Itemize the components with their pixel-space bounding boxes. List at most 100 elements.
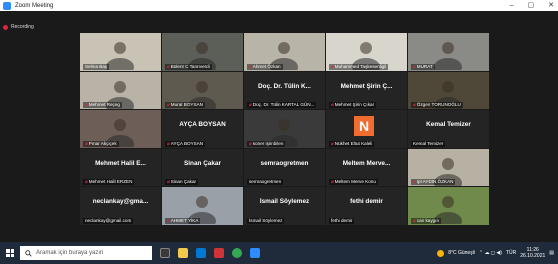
file-explorer-icon[interactable] [178,248,188,258]
window-controls: – ▢ ✕ [510,1,554,10]
participant-name: AYÇA BOYSAN [170,140,204,146]
participant-tile[interactable]: Mehmet Şirin Ç... ⌀ Mehmet Şirin Çıkar [326,71,407,109]
gallery-grid: Selma Baş ⌀ Bülent C Tanrıverdi ⌀ Ahmet Özka… [80,33,489,263]
participant-name: AHMET YİKA [170,217,199,223]
participant-tile[interactable]: Mehmet Halil E... ⌀ Mehmet Halil ERZEN [80,148,161,186]
recording-label: Recording [11,24,34,30]
participant-display-name: fethi demir [350,198,383,205]
participant-display-name: Doç. Dr. Tülin K... [258,82,311,90]
mic-muted-icon: ⌀ [331,102,334,107]
participant-name: Muhammed Taşkesenligil [334,63,387,69]
participant-avatar: N [354,116,374,136]
participant-display-name: Meltem Merve... [342,159,391,167]
participant-display-name: AYÇA BOYSAN [179,121,226,128]
participant-name-label: ⌀ Ahmet Özkan [247,63,283,70]
maximize-button[interactable]: ▢ [528,1,535,10]
participant-name-label: Kemal Temizer [411,140,446,147]
participant-tile[interactable]: ⌀ Özgen TORUNOĞLU [408,71,489,109]
participant-name: Meltem Merve Konu [334,179,376,184]
participant-tile[interactable]: fethi demir fethi demir [326,187,407,225]
mic-muted-icon: ⌀ [85,140,88,146]
participant-name: Pınar Akçiçek [88,140,117,146]
participant-tile[interactable]: ⌀ Muhammed Taşkesenligil [326,33,407,71]
mic-muted-icon: ⌀ [167,63,170,69]
participant-tile[interactable]: Meltem Merve... ⌀ Meltem Merve Konu [326,148,407,186]
participant-tile[interactable]: Doç. Dr. Tülin K... ⌀ Doç. Dr. Tülin KARTA… [244,71,325,109]
participant-name-label: İsmail Söylemez [247,217,285,224]
participant-name-label: ⌀ Mehmet Halil ERZEN [83,179,135,185]
participant-tile[interactable]: ⌀ AHMET YİKA [162,187,243,225]
mic-muted-icon: ⌀ [167,102,170,107]
mic-muted-icon: ⌀ [413,217,416,223]
window-titlebar: Zoom Meeting – ▢ ✕ [0,0,558,11]
participant-tile[interactable]: ⌀ Murat BOYSAN [162,71,243,109]
participant-tile[interactable]: ⌀ Ahmet Özkan [244,33,325,71]
participant-name: semraogretmen [249,179,282,184]
meeting-stage: Recording Selma Baş ⌀ Bülent C Tanrıverdi ⌀… [0,11,558,242]
participant-tile[interactable]: Kemal Temizer Kemal Temizer [408,110,489,148]
participant-name: Nükhet Eltut Kaleli [334,140,373,146]
weather-text[interactable]: 8°C Güneşli [448,250,475,256]
participant-tile[interactable]: ⌀ Mehmet Reçeg [80,71,161,109]
participant-name-label: ⌀ AHMET YİKA [165,217,201,224]
participant-tile[interactable]: semraogretmen semraogretmen [244,148,325,186]
participant-display-name: Mehmet Şirin Ç... [340,82,393,90]
zoom-taskbar-icon[interactable] [250,248,260,258]
store-icon[interactable] [214,248,224,258]
participant-display-name: Sinan Çakar [184,159,221,167]
participant-name: soner işimbilen [252,140,284,146]
participant-name-label: ⌀ Mehmet Reçeg [83,102,122,108]
search-placeholder: Aramak için buraya yazın [36,250,104,256]
participant-tile[interactable]: ⌀ Bülent C Tanrıverdi [162,33,243,71]
participant-name-label: ⌀ MURAT [411,63,435,70]
notification-icon[interactable]: ▤ [549,250,554,256]
chrome-icon[interactable] [232,248,242,258]
tray-icons[interactable]: ⌃ ☁ ◻ ◀) [479,250,502,256]
taskbar-apps [160,248,260,258]
participant-name: Kemal Temizer [413,140,444,146]
participant-tile[interactable]: ⌀ Ipl AYDIN ÖZKAN [408,148,489,186]
participant-name: MURAT [416,63,433,69]
participant-tile[interactable]: ⌀ MURAT [408,33,489,71]
participant-name: Selma Baş [85,63,108,69]
participant-tile[interactable]: ⌀ can kaygın [408,187,489,225]
participant-name-label: neclankay@gmail.com [83,217,134,224]
taskbar-search[interactable]: Aramak için buraya yazın [20,246,152,260]
participant-name: Mehmet Şirin Çıkar [334,102,375,107]
participant-name-label: ⌀ Mehmet Şirin Çıkar [329,102,377,108]
task-view-icon[interactable] [160,248,170,258]
participant-tile[interactable]: Selma Baş [80,33,161,71]
clock[interactable]: 11:26 26.10.2021 [520,247,545,259]
participant-tile[interactable]: ⌀ Pınar Akçiçek [80,110,161,148]
participant-tile[interactable]: ⌀ soner işimbilen [244,110,325,148]
mic-muted-icon: ⌀ [413,102,416,107]
participant-display-name: semraogretmen [260,159,309,167]
participant-name: Özgen TORUNOĞLU [416,102,461,107]
participant-name: fethi demir [331,217,353,223]
participant-name-label: ⌀ Murat BOYSAN [165,102,205,108]
participant-name: Murat BOYSAN [170,102,203,107]
participant-name-label: semraogretmen [247,179,284,185]
participant-name: can kaygın [416,217,439,223]
mic-muted-icon: ⌀ [331,140,334,146]
participant-name: Ipl AYDIN ÖZKAN [416,179,454,184]
minimize-button[interactable]: – [510,1,514,10]
recording-indicator[interactable]: Recording [3,24,34,30]
close-button[interactable]: ✕ [548,1,554,10]
participant-name: Doç. Dr. Tülin KARTAL GÜN... [252,102,315,107]
mic-muted-icon: ⌀ [167,217,170,223]
participant-tile[interactable]: İsmail Söylemez İsmail Söylemez [244,187,325,225]
participant-tile[interactable]: AYÇA BOYSAN ⌀ AYÇA BOYSAN [162,110,243,148]
mic-muted-icon: ⌀ [249,102,252,107]
participant-tile[interactable]: neclankay@gma... neclankay@gmail.com [80,187,161,225]
participant-tile[interactable]: N ⌀ Nükhet Eltut Kaleli [326,110,407,148]
mic-muted-icon: ⌀ [413,63,416,69]
language-indicator[interactable]: TÜR [506,250,516,256]
participant-name-label: ⌀ Doç. Dr. Tülin KARTAL GÜN... [247,102,317,108]
participant-name: neclankay@gmail.com [85,217,132,223]
mic-muted-icon: ⌀ [331,63,334,69]
start-button[interactable] [0,249,20,257]
edge-icon[interactable] [196,248,206,258]
participant-tile[interactable]: Sinan Çakar ⌀ Sinan Çakar [162,148,243,186]
mic-muted-icon: ⌀ [331,179,334,184]
